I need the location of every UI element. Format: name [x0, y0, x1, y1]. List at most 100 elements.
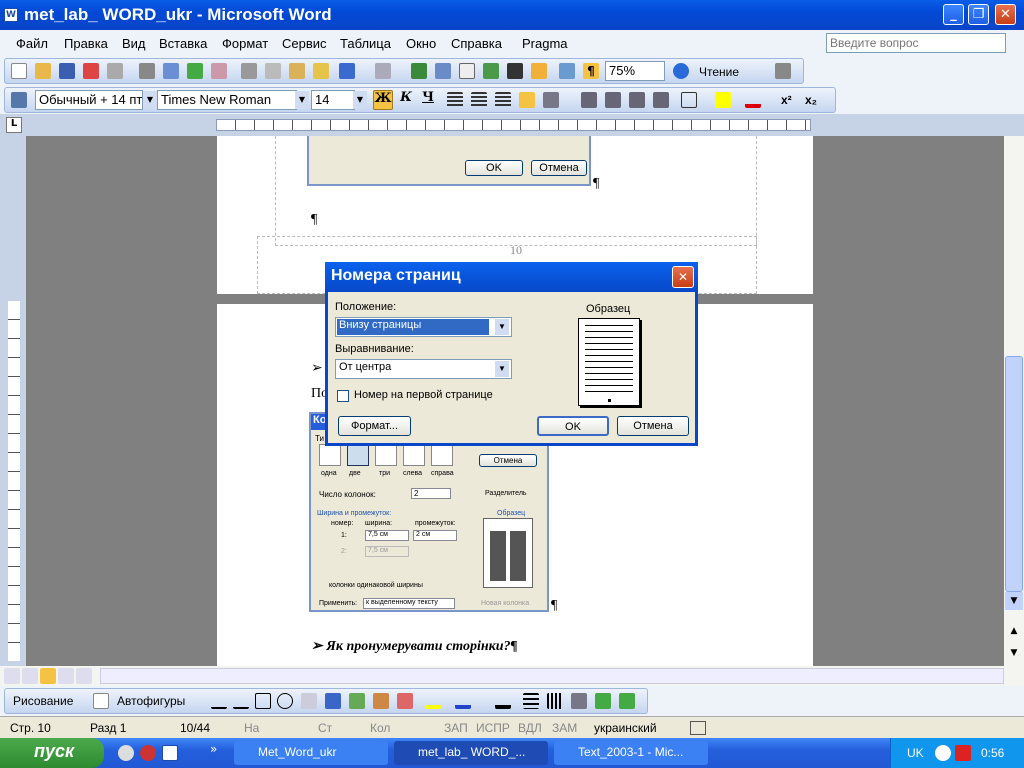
quicklaunch-ie-icon[interactable] — [118, 745, 134, 761]
task-text-2003[interactable]: Text_2003-1 - Mic... — [554, 741, 708, 765]
alignment-select[interactable]: От центра ▼ — [335, 359, 512, 379]
position-dropdown-icon[interactable]: ▼ — [495, 319, 509, 335]
scroll-down-icon[interactable]: ▼ — [1005, 592, 1023, 610]
undo-icon[interactable] — [339, 63, 355, 79]
outline-view-icon[interactable] — [58, 668, 74, 684]
columns-icon[interactable] — [507, 63, 523, 79]
email-icon[interactable] — [107, 63, 123, 79]
menu-edit[interactable]: Правка — [64, 36, 108, 51]
align-center-icon[interactable] — [471, 92, 487, 108]
align-left-icon[interactable] — [447, 92, 463, 108]
print-icon[interactable] — [139, 63, 155, 79]
superscript-button[interactable]: x² — [781, 93, 792, 107]
diagram-icon[interactable] — [349, 693, 365, 709]
task-met-lab-word[interactable]: met_lab_ WORD_... — [394, 741, 548, 765]
menu-window[interactable]: Окно — [406, 36, 436, 51]
drawing-icon[interactable] — [531, 63, 547, 79]
justify-icon[interactable] — [519, 92, 535, 108]
ruler-scale[interactable] — [216, 119, 811, 131]
start-button[interactable]: пуск — [0, 738, 104, 768]
horizontal-scrollbar[interactable] — [100, 668, 1004, 684]
show-hide-pilcrow-icon[interactable]: ¶ — [583, 63, 599, 79]
increase-indent-icon[interactable] — [653, 92, 669, 108]
reading-view-icon[interactable] — [76, 668, 92, 684]
tab-selector-icon[interactable]: L — [6, 117, 22, 133]
redo-icon[interactable] — [375, 63, 391, 79]
font-select[interactable]: Times New Roman — [157, 90, 297, 110]
tray-back-icon[interactable] — [935, 745, 951, 761]
line-style-icon[interactable] — [523, 693, 539, 709]
ok-button[interactable]: OK — [537, 416, 609, 436]
toolbar-options-icon[interactable] — [775, 63, 791, 79]
font-dropdown-arrow-icon[interactable]: ▼ — [295, 91, 309, 109]
select-objects-icon[interactable] — [93, 693, 109, 709]
quicklaunch-media-icon[interactable] — [140, 745, 156, 761]
position-select[interactable]: Внизу страницы ▼ — [335, 317, 512, 337]
save-icon[interactable] — [59, 63, 75, 79]
dash-style-icon[interactable] — [547, 693, 563, 709]
vertical-scrollbar[interactable]: ▼ ▲ ▼ — [1004, 136, 1024, 666]
scrollbar-thumb[interactable] — [1005, 356, 1023, 592]
tray-language[interactable]: UK — [907, 746, 924, 760]
paste-icon[interactable] — [289, 63, 305, 79]
permission-icon[interactable] — [83, 63, 99, 79]
close-button[interactable]: ✕ — [995, 4, 1016, 25]
vertical-ruler[interactable] — [0, 136, 26, 666]
vertical-ruler-scale[interactable] — [8, 301, 20, 661]
horizontal-ruler[interactable]: L — [0, 114, 1024, 136]
print-layout-icon[interactable] — [40, 668, 56, 684]
menu-help[interactable]: Справка — [451, 36, 502, 51]
line-color-icon[interactable] — [455, 693, 471, 709]
arrow-style-icon[interactable] — [571, 693, 587, 709]
underline-button[interactable]: Ч — [419, 90, 437, 110]
status-rec[interactable]: ЗАП — [444, 721, 468, 735]
shadow-icon[interactable] — [595, 693, 611, 709]
line-icon[interactable] — [211, 693, 227, 709]
zoom-select[interactable]: 75% — [605, 61, 665, 81]
borders-icon[interactable] — [681, 92, 697, 108]
tray-antivirus-icon[interactable] — [955, 745, 971, 761]
open-folder-icon[interactable] — [35, 63, 51, 79]
tables-borders-icon[interactable] — [435, 63, 451, 79]
alignment-dropdown-icon[interactable]: ▼ — [495, 361, 509, 377]
3d-icon[interactable] — [619, 693, 635, 709]
arrow-icon[interactable] — [233, 693, 249, 709]
status-overtype[interactable]: ЗАМ — [552, 721, 577, 735]
menu-format[interactable]: Формат — [222, 36, 268, 51]
status-extend[interactable]: ВДЛ — [518, 721, 542, 735]
help-icon[interactable] — [673, 63, 689, 79]
size-dropdown-arrow-icon[interactable]: ▼ — [353, 91, 367, 109]
style-dropdown-arrow-icon[interactable]: ▼ — [143, 91, 157, 109]
hyperlink-icon[interactable] — [411, 63, 427, 79]
wordart-icon[interactable] — [325, 693, 341, 709]
web-view-icon[interactable] — [22, 668, 38, 684]
spelling-icon[interactable] — [187, 63, 203, 79]
menu-file[interactable]: Файл — [16, 36, 48, 51]
styles-formatting-icon[interactable] — [11, 92, 27, 108]
quicklaunch-word-icon[interactable] — [162, 745, 178, 761]
textbox-icon[interactable] — [301, 693, 317, 709]
prev-page-icon[interactable]: ▲ — [1005, 626, 1023, 640]
cancel-button[interactable]: Отмена — [617, 416, 689, 436]
document-map-icon[interactable] — [559, 63, 575, 79]
menu-view[interactable]: Вид — [122, 36, 146, 51]
cut-icon[interactable] — [241, 63, 257, 79]
print-preview-icon[interactable] — [163, 63, 179, 79]
spelling-status-icon[interactable] — [690, 721, 706, 735]
italic-button[interactable]: К — [397, 90, 415, 110]
font-color-icon[interactable] — [745, 92, 761, 108]
rectangle-icon[interactable] — [255, 693, 271, 709]
status-track[interactable]: ИСПР — [476, 721, 510, 735]
first-page-checkbox[interactable] — [337, 390, 349, 402]
dialog-close-button[interactable]: ✕ — [672, 266, 694, 288]
help-question-input[interactable] — [826, 33, 1006, 53]
oval-icon[interactable] — [277, 693, 293, 709]
new-document-icon[interactable] — [11, 63, 27, 79]
format-button[interactable]: Формат... — [338, 416, 411, 436]
drawing-menu-button[interactable]: Рисование — [13, 694, 73, 708]
numbering-icon[interactable] — [581, 92, 597, 108]
picture-icon[interactable] — [397, 693, 413, 709]
minimize-button[interactable]: _ — [943, 4, 964, 25]
font-size-select[interactable]: 14 — [311, 90, 355, 110]
autoshapes-button[interactable]: Автофигуры — [117, 694, 185, 708]
